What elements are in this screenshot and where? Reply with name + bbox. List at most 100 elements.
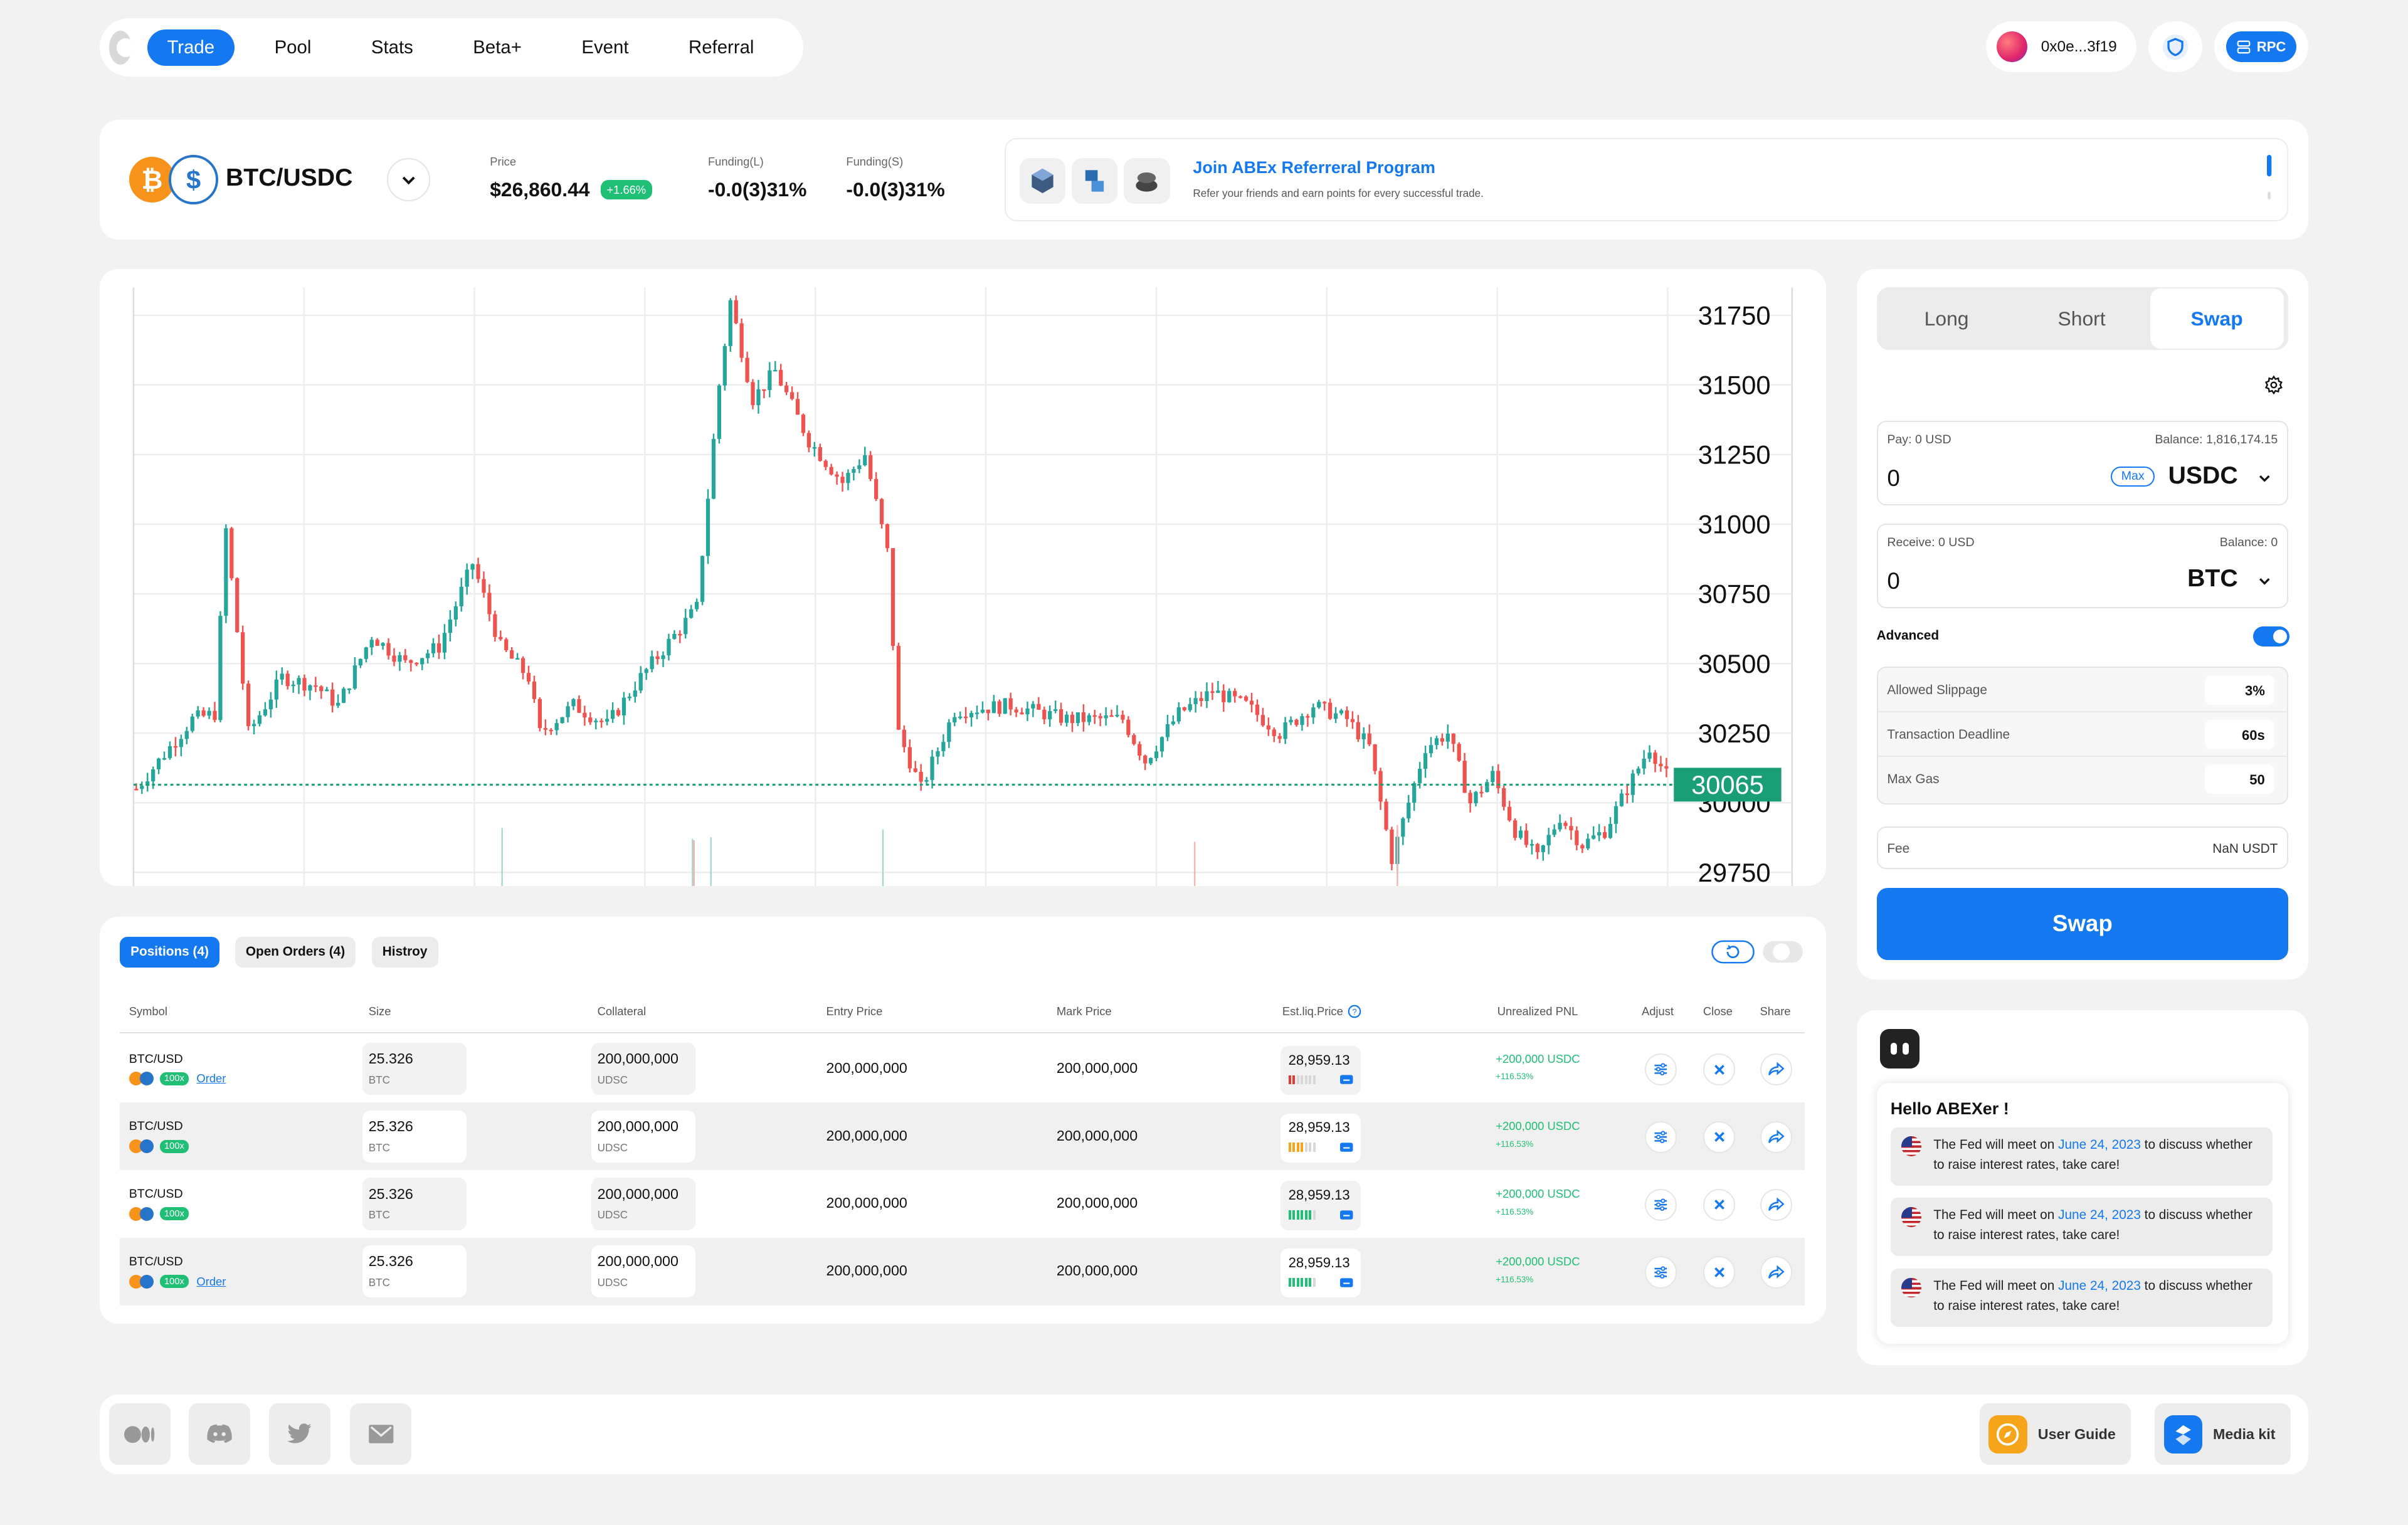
share-button[interactable] <box>1760 1188 1792 1221</box>
candle-body <box>981 709 985 712</box>
col-size: Size <box>368 1004 391 1018</box>
order-link[interactable]: Order <box>196 1275 226 1289</box>
candle-body <box>241 631 245 683</box>
receive-token-select[interactable] <box>2251 567 2278 594</box>
fee-row: Fee NaN USDT <box>1876 826 2288 870</box>
media-kit-button[interactable]: Media kit <box>2154 1403 2291 1465</box>
funding-short-label: Funding(S) <box>846 155 904 169</box>
info-icon[interactable]: ? <box>1348 1005 1361 1018</box>
adjust-button[interactable] <box>1644 1256 1677 1289</box>
price-chart[interactable]: 31750 31500 31250 31000 30750 30500 30250 30000… <box>100 268 1826 887</box>
max-gas-input[interactable]: 50 <box>2205 764 2274 794</box>
candle-body <box>1485 781 1489 792</box>
usd-dot-icon <box>139 1206 154 1221</box>
medium-link[interactable] <box>108 1403 171 1465</box>
discord-link[interactable] <box>189 1403 251 1465</box>
wallet-button[interactable]: 0x0e...3f19 <box>1985 21 2136 73</box>
share-button[interactable] <box>1760 1053 1792 1086</box>
candle-body <box>874 478 879 499</box>
candle-body <box>398 655 402 662</box>
candle-body <box>1445 733 1450 742</box>
adjust-button[interactable] <box>1644 1188 1677 1221</box>
nav-event[interactable]: Event <box>562 29 649 66</box>
tab-long[interactable]: Long <box>1880 288 2014 349</box>
candle-body <box>1642 758 1646 769</box>
risk-bar <box>1292 1142 1296 1152</box>
tab-swap[interactable]: Swap <box>2150 288 2284 349</box>
security-button[interactable] <box>2148 21 2202 73</box>
max-button[interactable]: Max <box>2111 467 2155 487</box>
adjust-button[interactable] <box>1644 1121 1677 1154</box>
candle-body <box>1199 697 1203 701</box>
risk-bar <box>1312 1142 1316 1152</box>
share-icon <box>1768 1197 1785 1211</box>
notification-item[interactable]: The Fed will meet on June 24, 2023 to di… <box>1890 1127 2273 1186</box>
usd-dot-icon <box>139 1274 154 1289</box>
nav-stats[interactable]: Stats <box>351 29 433 66</box>
email-link[interactable] <box>350 1403 412 1465</box>
bot-avatar-icon[interactable] <box>1879 1028 1920 1069</box>
receive-input-box[interactable]: Receive: 0 USD Balance: 0 0 BTC <box>1876 524 2288 608</box>
notification-date[interactable]: June 24, 2023 <box>2058 1279 2141 1293</box>
close-button[interactable] <box>1703 1121 1736 1154</box>
notification-item[interactable]: The Fed will meet on June 24, 2023 to di… <box>1890 1198 2273 1257</box>
risk-bar <box>1288 1142 1291 1152</box>
candle-body <box>381 643 385 646</box>
candlestick-chart[interactable]: 3175031500312503100030750305003025030000… <box>100 269 1826 887</box>
pay-input-box[interactable]: Pay: 0 USD Balance: 1,816,174.15 0 Max U… <box>1876 421 2288 505</box>
nav-pool[interactable]: Pool <box>255 29 331 66</box>
candle-body <box>1008 698 1013 709</box>
share-button[interactable] <box>1760 1121 1792 1154</box>
notification-date[interactable]: June 24, 2023 <box>2058 1208 2141 1222</box>
slippage-input[interactable]: 3% <box>2205 675 2274 705</box>
deadline-input[interactable]: 60s <box>2205 720 2274 749</box>
pair-select-button[interactable] <box>387 158 430 201</box>
risk-bar <box>1309 1210 1312 1220</box>
pay-amount-input[interactable]: 0 <box>1887 465 1899 492</box>
candle-body <box>997 700 1002 714</box>
adjust-button[interactable] <box>1644 1053 1677 1086</box>
twitter-link[interactable] <box>268 1403 330 1465</box>
nav-beta[interactable]: Beta+ <box>453 29 541 66</box>
banner-pager[interactable] <box>2267 154 2272 201</box>
receive-amount-input[interactable]: 0 <box>1887 568 1899 594</box>
pay-token[interactable]: USDC <box>2168 462 2238 490</box>
candle-body <box>431 643 436 653</box>
candle-body <box>1227 690 1232 702</box>
notification-date[interactable]: June 24, 2023 <box>2058 1137 2141 1152</box>
nav-referral[interactable]: Referral <box>668 29 774 66</box>
candle-body <box>342 688 346 703</box>
candle-body <box>840 476 845 483</box>
close-button[interactable] <box>1703 1256 1736 1289</box>
tab-positions[interactable]: Positions (4) <box>120 936 220 968</box>
close-button[interactable] <box>1703 1188 1736 1221</box>
tab-history[interactable]: Histroy <box>371 936 438 968</box>
user-guide-button[interactable]: User Guide <box>1979 1403 2131 1465</box>
candle-body <box>958 716 963 718</box>
gear-icon[interactable] <box>2264 375 2284 395</box>
col-adjust: Adjust <box>1641 1004 1674 1018</box>
referral-banner[interactable]: Join ABEx Referreral Program Refer your … <box>1004 138 2288 221</box>
candle-body <box>1491 770 1495 782</box>
candle-body <box>1636 768 1641 774</box>
close-button[interactable] <box>1703 1053 1736 1086</box>
banner-title[interactable]: Join ABEx Referreral Program <box>1193 158 1435 177</box>
candle-body <box>369 639 374 648</box>
order-link[interactable]: Order <box>196 1072 226 1085</box>
nav-trade[interactable]: Trade <box>147 29 235 66</box>
swap-button[interactable]: Swap <box>1876 887 2288 960</box>
tag-icon <box>1340 1277 1353 1287</box>
share-button[interactable] <box>1760 1256 1792 1289</box>
tab-open-orders[interactable]: Open Orders (4) <box>235 936 356 968</box>
tab-short[interactable]: Short <box>2015 288 2148 349</box>
view-toggle[interactable] <box>1711 938 1803 966</box>
pnl-cell: +200,000 USDC +116.53% <box>1496 1119 1580 1149</box>
advanced-toggle[interactable] <box>2252 626 2290 646</box>
app-logo-icon[interactable] <box>108 30 132 65</box>
candle-body <box>1138 744 1142 756</box>
candle-body <box>1222 690 1226 702</box>
notification-item[interactable]: The Fed will meet on June 24, 2023 to di… <box>1890 1268 2273 1327</box>
receive-token[interactable]: BTC <box>2187 565 2238 593</box>
pay-token-select[interactable] <box>2251 465 2278 492</box>
rpc-button[interactable]: RPC <box>2214 21 2308 73</box>
